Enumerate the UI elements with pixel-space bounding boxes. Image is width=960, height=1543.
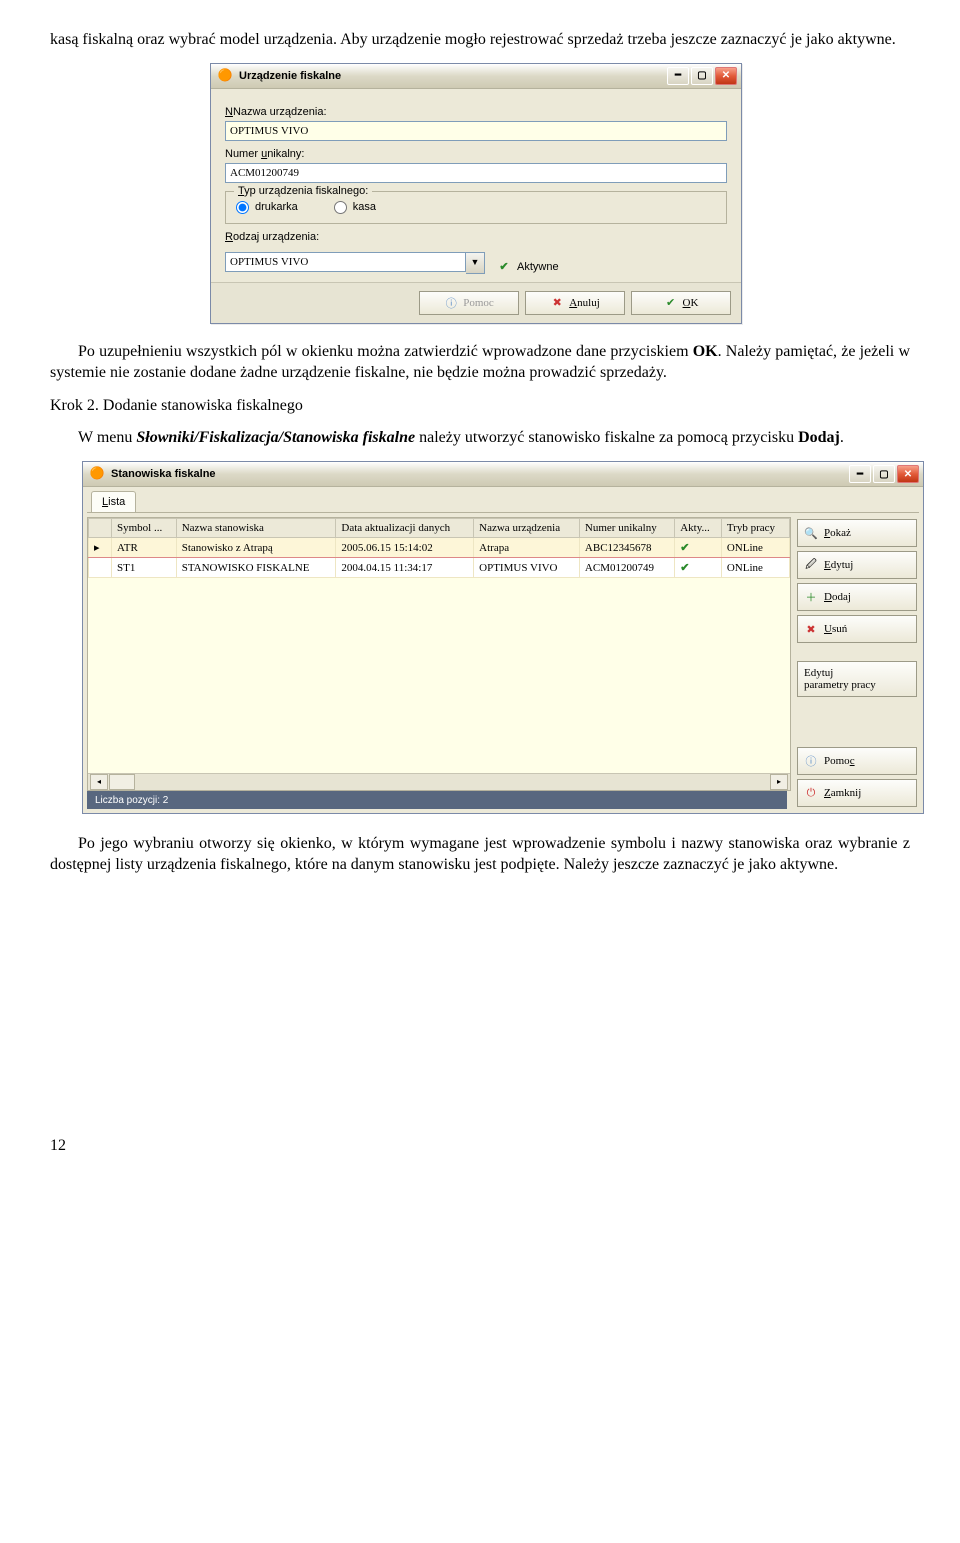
scroll-thumb[interactable] [109,774,135,790]
device-name-input[interactable] [225,121,727,141]
col-symbol[interactable]: Symbol ... [112,519,177,538]
x-icon: ✖ [550,296,564,310]
row-indicator-icon: ▸ [89,538,112,558]
add-button[interactable]: ＋Dodaj [797,583,917,611]
app-icon: 🟠 [89,466,105,482]
delete-button[interactable]: ✖Usuń [797,615,917,643]
active-checkbox-label: Aktywne [517,260,559,274]
unique-number-input[interactable] [225,163,727,183]
check-icon: ✔ [675,558,722,578]
device-kind-combo[interactable]: ▼ [225,252,485,274]
stations-table[interactable]: Symbol ... Nazwa stanowiska Data aktuali… [88,518,790,578]
page-number: 12 [50,1137,66,1154]
info-icon: ⓘ [444,296,458,310]
col-device[interactable]: Nazwa urządzenia [474,519,580,538]
status-bar: Liczba pozycji: 2 [87,791,787,809]
table-row[interactable]: ▸ ATR Stanowisko z Atrapą 2005.06.15 15:… [89,538,790,558]
radio-drukarka[interactable]: drukarka [236,200,298,214]
maximize-button[interactable]: ▢ [873,465,895,483]
tab-lista[interactable]: Lista [91,491,136,512]
table-header-row: Symbol ... Nazwa stanowiska Data aktuali… [89,519,790,538]
radio-kasa-label: kasa [353,200,376,214]
maximize-button[interactable]: ▢ [691,67,713,85]
device-kind-label: Rodzaj urządzenia: [225,230,727,244]
check-icon: ✔ [675,538,722,558]
power-icon: ⏻ [804,786,818,800]
info-icon: ⓘ [804,754,818,768]
col-active[interactable]: Akty... [675,519,722,538]
scroll-right-icon[interactable]: ▸ [770,774,788,790]
window-title: Stanowiska fiskalne [111,467,849,481]
fiscal-device-window: 🟠 Urządzenie fiskalne ━ ▢ ✕ NNazwa urząd… [210,63,742,324]
edit-button[interactable]: 🖉Edytuj [797,551,917,579]
step-2-heading: Krok 2. Dodanie stanowiska fiskalnego [50,396,910,417]
x-icon: ✖ [804,622,818,636]
col-number[interactable]: Numer unikalny [579,519,674,538]
table-row[interactable]: ST1 STANOWISKO FISKALNE 2004.04.15 11:34… [89,558,790,578]
active-checkbox[interactable]: ✔ Aktywne [497,260,559,274]
help-button[interactable]: ⓘPomoc [797,747,917,775]
scroll-left-icon[interactable]: ◂ [90,774,108,790]
edit-params-button[interactable]: Edytuj parametry pracy [797,661,917,697]
radio-kasa[interactable]: kasa [334,200,376,214]
col-date[interactable]: Data aktualizacji danych [336,519,474,538]
radio-drukarka-input[interactable] [236,201,249,214]
cancel-button[interactable]: ✖Anuluj [525,291,625,315]
magnifier-icon: 🔍 [804,526,818,540]
close-button[interactable]: ✕ [715,67,737,85]
check-icon: ✔ [497,260,511,274]
ok-button[interactable]: ✔OK [631,291,731,315]
app-icon: 🟠 [217,68,233,84]
unique-number-label: Numer unikalny: [225,147,727,161]
col-name[interactable]: Nazwa stanowiska [176,519,336,538]
tab-bar: Lista [87,489,919,513]
fiscal-stations-window: 🟠 Stanowiska fiskalne ━ ▢ ✕ Lista Symbol… [82,461,924,814]
paragraph-2: Po uzupełnieniu wszystkich pól w okienku… [50,342,910,384]
chevron-down-icon[interactable]: ▼ [466,252,485,274]
device-type-legend: Typ urządzenia fiskalnego: [234,184,372,198]
close-button[interactable]: ✕ [897,465,919,483]
step-2-text: W menu Słowniki/Fiskalizacja/Stanowiska … [50,428,910,449]
minimize-button[interactable]: ━ [667,67,689,85]
window-title: Urządzenie fiskalne [239,69,667,83]
show-button[interactable]: 🔍Pokaż [797,519,917,547]
titlebar[interactable]: 🟠 Stanowiska fiskalne ━ ▢ ✕ [83,462,923,487]
edit-icon: 🖉 [804,558,818,572]
paragraph-3: Po jego wybraniu otworzy się okienko, w … [50,834,910,876]
minimize-button[interactable]: ━ [849,465,871,483]
titlebar[interactable]: 🟠 Urządzenie fiskalne ━ ▢ ✕ [211,64,741,89]
radio-drukarka-label: drukarka [255,200,298,214]
sidebar: 🔍Pokaż 🖉Edytuj ＋Dodaj ✖Usuń Edytuj param… [791,513,923,813]
row-count: Liczba pozycji: 2 [95,794,168,807]
horizontal-scrollbar[interactable]: ◂ ▸ [88,773,790,790]
device-kind-input[interactable] [225,252,466,272]
check-icon: ✔ [664,296,678,310]
radio-kasa-input[interactable] [334,201,347,214]
device-type-fieldset: Typ urządzenia fiskalnego: drukarka kasa [225,191,727,223]
device-name-label: NNazwa urządzenia: [225,105,727,119]
grid-area: Symbol ... Nazwa stanowiska Data aktuali… [87,517,791,791]
col-mode[interactable]: Tryb pracy [721,519,789,538]
help-button[interactable]: ⓘPomoc [419,291,519,315]
close-button[interactable]: ⏻Zamknij [797,779,917,807]
button-bar: ⓘPomoc ✖Anuluj ✔OK [211,282,741,323]
paragraph-1: kasą fiskalną oraz wybrać model urządzen… [50,30,910,51]
plus-icon: ＋ [804,590,818,604]
